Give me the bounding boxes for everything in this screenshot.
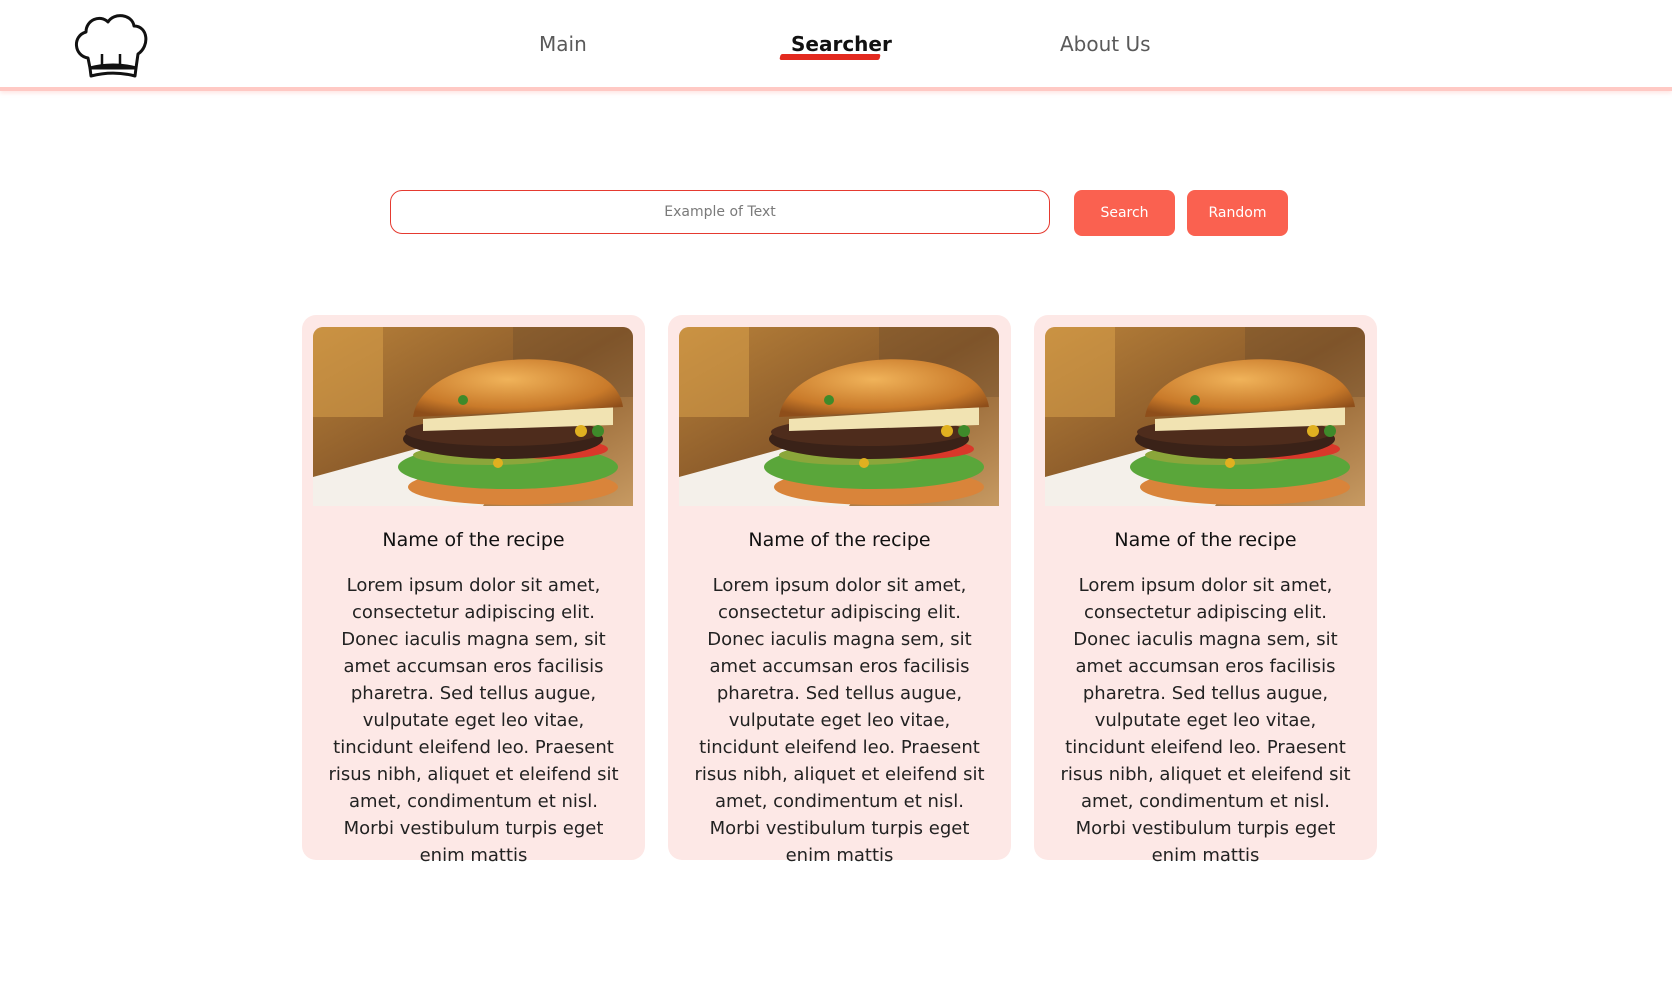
burger-photo xyxy=(1045,327,1365,506)
main-nav: Main Searcher About Us xyxy=(0,0,1672,91)
recipe-description: Lorem ipsum dolor sit amet, consectetur … xyxy=(328,575,619,866)
recipe-card[interactable]: Name of the recipe Lorem ipsum dolor sit… xyxy=(302,315,645,866)
random-button[interactable]: Random xyxy=(1187,190,1288,236)
burger-photo xyxy=(679,327,999,506)
recipe-title: Name of the recipe xyxy=(748,529,931,551)
recipe-description: Lorem ipsum dolor sit amet, consectetur … xyxy=(1060,575,1351,866)
top-navbar: Main Searcher About Us xyxy=(0,0,1672,91)
nav-about-us[interactable]: About Us xyxy=(1060,32,1151,56)
search-bar: Search Random xyxy=(0,190,1672,236)
recipe-title: Name of the recipe xyxy=(382,529,565,551)
burger-photo xyxy=(313,327,633,506)
active-nav-underline xyxy=(779,54,881,60)
recipe-title: Name of the recipe xyxy=(1114,529,1297,551)
nav-main[interactable]: Main xyxy=(539,32,587,56)
nav-searcher[interactable]: Searcher xyxy=(791,32,892,56)
search-input[interactable] xyxy=(390,190,1050,234)
recipe-description: Lorem ipsum dolor sit amet, consectetur … xyxy=(694,575,985,866)
recipe-card[interactable]: Name of the recipe Lorem ipsum dolor sit… xyxy=(668,315,1011,866)
recipe-card[interactable]: Name of the recipe Lorem ipsum dolor sit… xyxy=(1034,315,1377,866)
search-button[interactable]: Search xyxy=(1074,190,1175,236)
